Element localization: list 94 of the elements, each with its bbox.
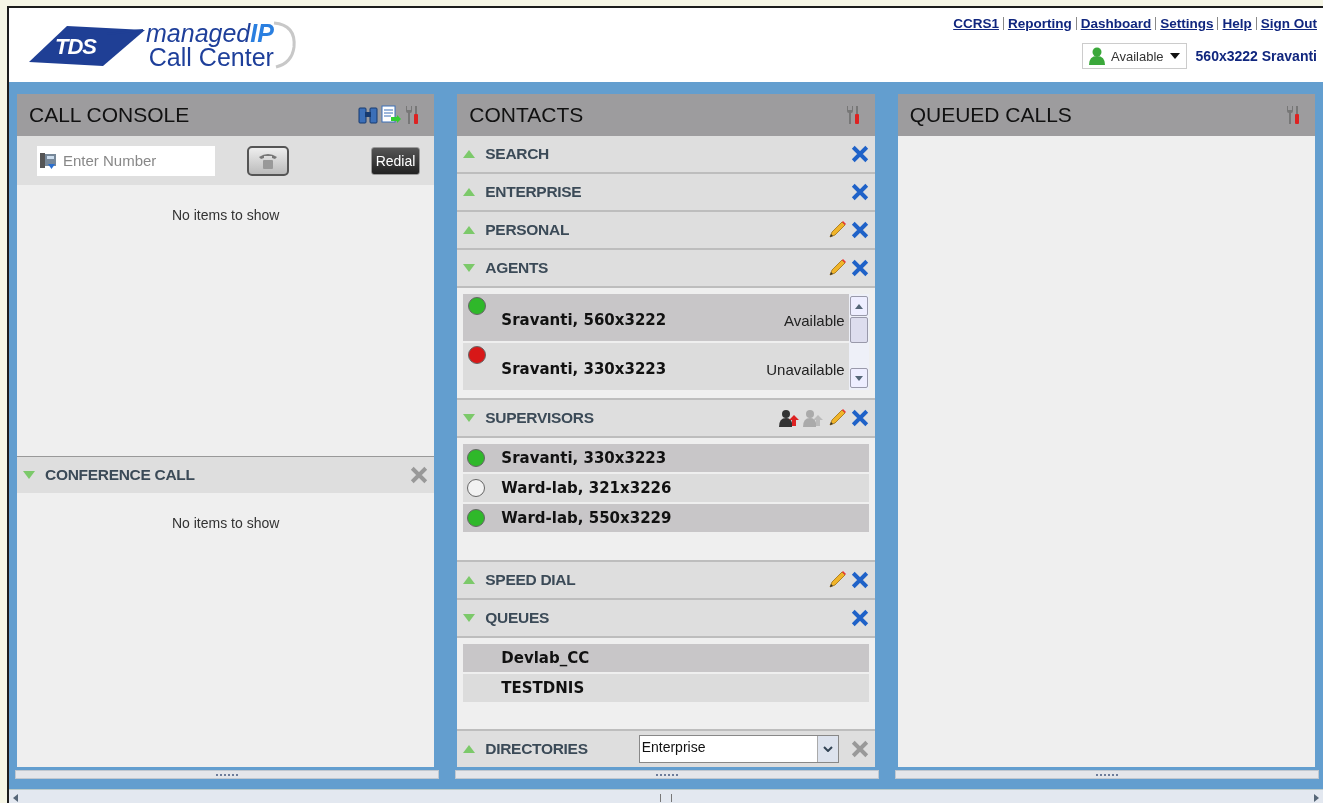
section-title: CONFERENCE CALL [45, 466, 195, 484]
section-header[interactable]: PERSONAL [457, 212, 875, 250]
section-header[interactable]: SUPERVISORS [457, 400, 875, 438]
redial-button[interactable]: Redial [370, 146, 421, 175]
collapse-arrow-icon[interactable] [23, 471, 35, 479]
number-field[interactable]: Enter Number [61, 145, 215, 176]
user-name: 560x3222 Sravanti [1195, 48, 1317, 64]
tools-icon[interactable] [844, 105, 861, 125]
expand-arrow-icon[interactable] [463, 188, 476, 196]
contact-row[interactable]: Ward-lab, 321x3226 [463, 474, 869, 502]
resize-handle[interactable] [455, 770, 879, 779]
section-header[interactable]: ENTERPRISE [457, 174, 875, 212]
section-header[interactable]: AGENTS [457, 250, 875, 288]
empty-message: No items to show [171, 515, 280, 531]
resize-handle[interactable] [15, 770, 439, 779]
scroll-left-icon[interactable] [13, 793, 18, 802]
transfer-list-icon[interactable] [381, 105, 402, 125]
contact-name: Sravanti, 330x3223 [501, 449, 667, 467]
chevron-down-icon [822, 746, 833, 752]
section-title[interactable]: QUEUES [485, 609, 549, 627]
panel-title: CALL CONSOLE [29, 103, 190, 127]
tools-icon[interactable] [404, 105, 421, 125]
close-icon[interactable] [850, 259, 869, 277]
nav-link[interactable]: Dashboard [1080, 16, 1152, 31]
caret-icon [1169, 53, 1180, 59]
expand-arrow-icon[interactable] [463, 150, 476, 158]
resize-handle[interactable] [895, 770, 1319, 779]
section-title[interactable]: PERSONAL [485, 221, 570, 239]
pencil-icon[interactable] [826, 408, 847, 428]
expand-arrow-icon[interactable] [463, 576, 476, 584]
panel-title: CONTACTS [469, 103, 584, 127]
person-icon [1089, 47, 1106, 65]
scroll-right-icon[interactable] [1314, 793, 1319, 802]
scroll-thumb[interactable] [849, 317, 868, 343]
nav-link[interactable]: Help [1222, 16, 1252, 31]
contact-row[interactable]: Devlab_CC [463, 644, 869, 672]
close-icon[interactable] [850, 183, 869, 201]
panel-title: QUEUED CALLS [909, 103, 1072, 127]
section-title[interactable]: ENTERPRISE [485, 183, 582, 201]
pencil-icon[interactable] [826, 220, 847, 240]
section-header[interactable]: QUEUES [457, 600, 875, 638]
collapse-arrow-icon[interactable] [463, 414, 476, 422]
close-icon[interactable] [850, 571, 869, 589]
scrollbar[interactable] [848, 294, 869, 390]
contact-name: TESTDNIS [501, 679, 585, 697]
tools-icon[interactable] [1285, 105, 1301, 125]
contact-name: Ward-lab, 321x3226 [501, 479, 672, 497]
close-icon[interactable] [410, 466, 429, 484]
contact-name: Sravanti, 560x3222 [501, 311, 667, 329]
section-title[interactable]: SEARCH [485, 145, 549, 163]
directory-dropdown[interactable]: Enterprise [638, 735, 839, 763]
person-up-icon[interactable] [778, 409, 799, 427]
agent-status: Unavailable [766, 361, 845, 378]
logo-text: managedIP [146, 20, 274, 46]
binoculars-icon[interactable] [358, 105, 379, 125]
section-title[interactable]: SPEED DIAL [485, 571, 576, 589]
section-title[interactable]: DIRECTORIES [485, 740, 588, 758]
nav-link[interactable]: Settings [1160, 16, 1214, 31]
collapse-arrow-icon[interactable] [463, 614, 476, 622]
collapse-arrow-icon[interactable] [463, 264, 476, 272]
contact-row[interactable]: Ward-lab, 550x3229 [463, 504, 869, 532]
contact-row[interactable]: Sravanti, 330x3223 Unavailable [463, 343, 849, 390]
section-header[interactable]: SEARCH [457, 136, 875, 174]
scroll-up-icon[interactable] [854, 303, 863, 309]
pencil-icon[interactable] [826, 570, 847, 590]
expand-arrow-icon[interactable] [463, 745, 476, 753]
scrollbar[interactable] [9, 789, 1323, 803]
empty-message: No items to show [171, 207, 280, 223]
close-icon[interactable] [850, 145, 869, 163]
nav-link[interactable]: CCRS1 [953, 16, 999, 31]
dial-button[interactable] [247, 145, 289, 176]
phone-icon [37, 145, 61, 176]
logo-text: TDS [55, 34, 96, 60]
contact-name: Ward-lab, 550x3229 [501, 509, 672, 527]
contact-name: Sravanti, 330x3223 [501, 360, 667, 378]
close-icon[interactable] [850, 609, 869, 627]
scroll-down-icon[interactable] [854, 375, 863, 381]
contact-name: Devlab_CC [501, 649, 590, 667]
contact-row[interactable]: TESTDNIS [463, 674, 869, 702]
close-icon[interactable] [850, 740, 869, 758]
close-icon[interactable] [850, 221, 869, 239]
close-icon[interactable] [850, 409, 869, 427]
agent-status: Available [784, 312, 845, 329]
scroll-thumb[interactable] [660, 793, 672, 802]
contact-row[interactable]: Sravanti, 560x3222 Available [463, 294, 849, 341]
status-dropdown[interactable]: Available [1082, 43, 1187, 69]
nav-link[interactable]: Sign Out [1260, 16, 1317, 31]
section-title[interactable]: SUPERVISORS [485, 409, 594, 427]
contact-row[interactable]: Sravanti, 330x3223 [463, 444, 869, 472]
expand-arrow-icon[interactable] [463, 226, 476, 234]
pencil-icon[interactable] [826, 258, 847, 278]
nav-link[interactable]: Reporting [1007, 16, 1072, 31]
section-header[interactable]: SPEED DIAL [457, 562, 875, 600]
section-title[interactable]: AGENTS [485, 259, 549, 277]
